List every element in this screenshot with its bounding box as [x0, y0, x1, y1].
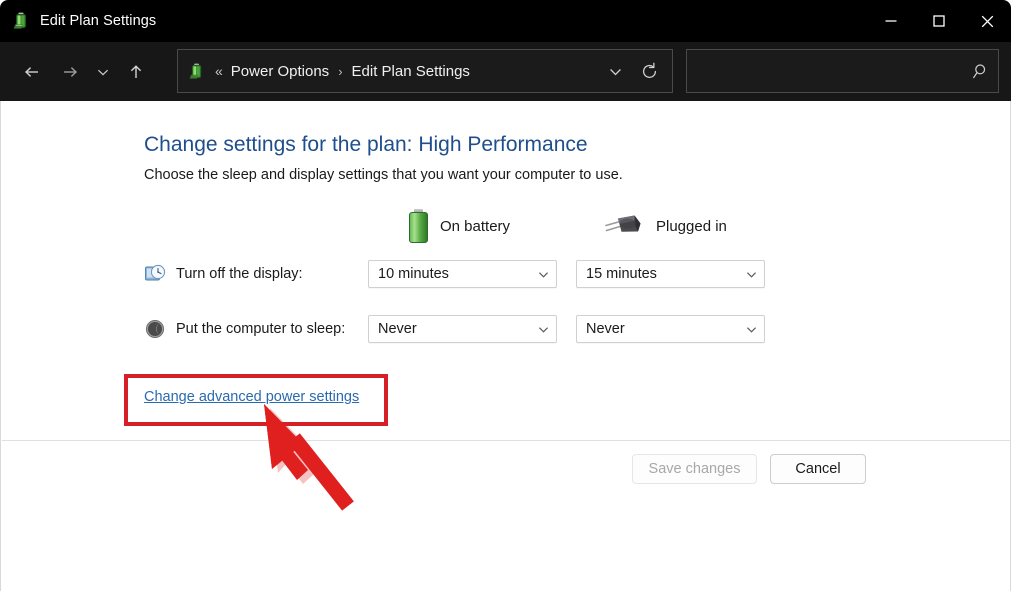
- column-header-on-battery-label: On battery: [440, 218, 510, 235]
- search-box[interactable]: [686, 49, 999, 93]
- column-header-plugged-in: Plugged in: [604, 206, 727, 246]
- column-headers: On battery Plugged in: [144, 206, 844, 246]
- setting-row-turn-off-display: Turn off the display:: [144, 258, 303, 290]
- chevron-down-icon[interactable]: [530, 323, 556, 336]
- breadcrumb-overflow[interactable]: «: [215, 64, 223, 78]
- search-icon[interactable]: [964, 62, 998, 81]
- search-input[interactable]: [687, 62, 964, 80]
- content-area: Change settings for the plan: High Perfo…: [0, 101, 1011, 591]
- up-button[interactable]: [117, 53, 155, 91]
- close-button[interactable]: [963, 0, 1011, 42]
- sleep-moon-icon: [144, 318, 166, 340]
- power-plan-battery-icon: [13, 12, 31, 30]
- back-button[interactable]: [13, 53, 51, 91]
- address-bar[interactable]: « Power Options › Edit Plan Settings: [177, 49, 673, 93]
- breadcrumb-item-power-options[interactable]: Power Options: [231, 63, 329, 80]
- setting-label-put-computer-to-sleep: Put the computer to sleep:: [176, 321, 345, 337]
- page-title: Change settings for the plan: High Perfo…: [144, 133, 588, 157]
- title-bar-left: Edit Plan Settings: [0, 12, 867, 30]
- edit-plan-settings-window: Edit Plan Settings: [0, 0, 1011, 591]
- minimize-button[interactable]: [867, 0, 915, 42]
- power-plug-icon: [604, 212, 644, 240]
- dropdown-turn-off-display-plugged-in-value: 15 minutes: [577, 266, 738, 282]
- change-advanced-power-settings-link[interactable]: Change advanced power settings: [144, 389, 359, 405]
- column-header-on-battery: On battery: [409, 206, 510, 246]
- title-bar: Edit Plan Settings: [0, 0, 1011, 42]
- dropdown-turn-off-display-plugged-in[interactable]: 15 minutes: [576, 260, 765, 288]
- refresh-icon[interactable]: [632, 50, 666, 92]
- dropdown-turn-off-display-on-battery-value: 10 minutes: [369, 266, 530, 282]
- save-changes-button[interactable]: Save changes: [632, 454, 757, 484]
- dropdown-sleep-plugged-in-value: Never: [577, 321, 738, 337]
- display-clock-icon: [144, 263, 166, 285]
- setting-row-put-computer-to-sleep: Put the computer to sleep:: [144, 313, 345, 345]
- breadcrumb-item-edit-plan-settings[interactable]: Edit Plan Settings: [352, 63, 470, 80]
- maximize-button[interactable]: [915, 0, 963, 42]
- cancel-button[interactable]: Cancel: [770, 454, 866, 484]
- column-header-plugged-in-label: Plugged in: [656, 218, 727, 235]
- window-controls: [867, 0, 1011, 42]
- address-chevron-down-icon[interactable]: [598, 50, 632, 92]
- chevron-down-icon[interactable]: [738, 268, 764, 281]
- footer-buttons: Save changes Cancel: [632, 454, 866, 484]
- forward-button[interactable]: [51, 53, 89, 91]
- setting-label-turn-off-display: Turn off the display:: [176, 266, 303, 282]
- recent-locations-chevron-down-icon[interactable]: [89, 53, 117, 91]
- dropdown-sleep-plugged-in[interactable]: Never: [576, 315, 765, 343]
- chevron-down-icon[interactable]: [738, 323, 764, 336]
- page-subtitle: Choose the sleep and display settings th…: [144, 167, 623, 183]
- battery-icon: [409, 209, 428, 243]
- chevron-down-icon[interactable]: [530, 268, 556, 281]
- footer-separator: [2, 440, 1010, 441]
- address-power-plan-battery-icon: [189, 63, 206, 80]
- dropdown-sleep-on-battery[interactable]: Never: [368, 315, 557, 343]
- dropdown-sleep-on-battery-value: Never: [369, 321, 530, 337]
- window-title: Edit Plan Settings: [40, 13, 156, 29]
- dropdown-turn-off-display-on-battery[interactable]: 10 minutes: [368, 260, 557, 288]
- breadcrumb-separator-icon: ›: [338, 64, 342, 79]
